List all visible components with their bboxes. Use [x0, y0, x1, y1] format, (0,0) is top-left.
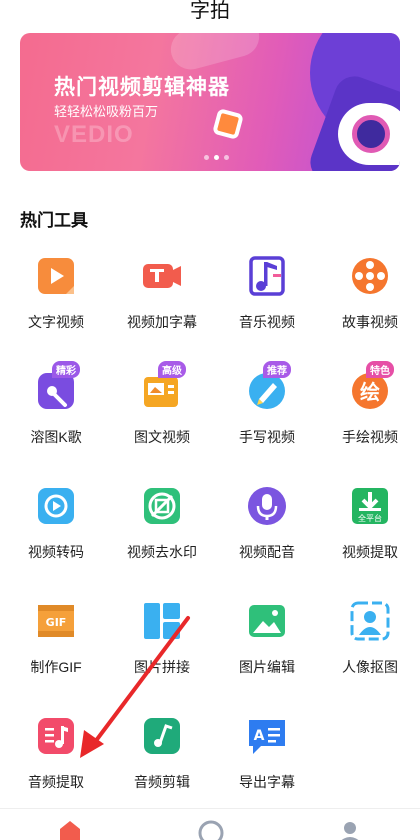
section-title: 热门工具 — [20, 211, 88, 230]
audio-edit-icon — [142, 716, 182, 756]
tool-item[interactable]: 图片编辑 — [213, 599, 318, 699]
tool-item[interactable]: 视频去水印 — [108, 484, 213, 584]
tool-label: 图片编辑 — [239, 659, 295, 675]
nav-discover[interactable] — [193, 819, 229, 840]
carousel-indicator[interactable] — [204, 155, 229, 160]
tool-badge: 特色 — [366, 361, 394, 378]
tool-label: 视频加字幕 — [127, 314, 197, 330]
tool-label: 故事视频 — [342, 314, 398, 330]
tool-label: 视频配音 — [239, 544, 295, 560]
profile-icon — [341, 822, 359, 840]
promo-banner[interactable]: 热门视频剪辑神器 轻轻松松吸粉百万 VEDIO — [20, 33, 400, 171]
tool-item[interactable]: 音频提取 — [2, 714, 107, 814]
tool-badge: 精彩 — [52, 361, 80, 378]
banner-watermark: VEDIO — [54, 121, 134, 148]
no-watermark-icon — [142, 486, 182, 526]
tool-badge: 高级 — [158, 361, 186, 378]
audio-extract-icon — [36, 716, 76, 756]
tool-badge: 推荐 — [263, 361, 291, 378]
play-card-icon — [36, 256, 76, 296]
svg-text:GIF: GIF — [46, 616, 67, 629]
tool-item[interactable]: 文字视频 — [2, 254, 107, 354]
tool-label: 手绘视频 — [342, 429, 398, 445]
tool-label: 人像抠图 — [342, 659, 398, 675]
tool-item[interactable]: 高级图文视频 — [108, 361, 213, 469]
banner-decor — [166, 33, 264, 74]
tool-item[interactable]: 视频加字幕 — [108, 254, 213, 354]
tool-label: 手写视频 — [239, 429, 295, 445]
discover-icon — [198, 820, 224, 840]
svg-text:A: A — [254, 728, 265, 744]
tool-label: 文字视频 — [28, 314, 84, 330]
tool-item[interactable]: 音频剪辑 — [108, 714, 213, 814]
banner-eye-illustration — [352, 115, 390, 153]
svg-text:全平台: 全平台 — [358, 513, 382, 523]
tool-item[interactable]: GIF 制作GIF — [2, 599, 107, 699]
nav-home[interactable] — [52, 819, 88, 840]
tool-label: 音频提取 — [28, 774, 84, 790]
tool-item[interactable]: 推荐手写视频 — [213, 361, 318, 469]
app-title: 字拍 — [190, 0, 230, 22]
bottom-nav — [0, 808, 420, 840]
banner-headline: 热门视频剪辑神器 — [54, 76, 230, 99]
tool-label: 导出字幕 — [239, 774, 295, 790]
nav-profile[interactable] — [332, 819, 368, 840]
tool-item[interactable]: 精彩溶图K歌 — [2, 361, 107, 469]
tool-label: 视频去水印 — [127, 544, 197, 560]
tool-item[interactable]: 故事视频 — [316, 254, 420, 354]
film-reel-icon — [350, 256, 390, 296]
music-note-icon — [247, 256, 287, 296]
tool-label: 视频提取 — [342, 544, 398, 560]
tool-item[interactable]: A 导出字幕 — [213, 714, 318, 814]
home-icon — [60, 821, 80, 840]
banner-subline: 轻轻松松吸粉百万 — [54, 104, 159, 119]
text-camera-icon — [142, 256, 182, 296]
portrait-cutout-icon — [350, 601, 390, 641]
tool-item[interactable]: 视频配音 — [213, 484, 318, 584]
banner-tile-illustration — [212, 108, 244, 140]
tool-item[interactable]: 全平台 视频提取 — [316, 484, 420, 584]
image-edit-icon — [247, 601, 287, 641]
download-icon: 全平台 — [350, 486, 390, 526]
tool-label: 溶图K歌 — [30, 429, 82, 445]
image-grid-icon — [142, 601, 182, 641]
tool-label: 音乐视频 — [239, 314, 295, 330]
tool-label: 制作GIF — [30, 659, 82, 675]
tool-label: 视频转码 — [28, 544, 84, 560]
microphone-icon — [247, 486, 287, 526]
carousel-dot[interactable] — [204, 155, 209, 160]
tool-item[interactable]: 人像抠图 — [316, 599, 420, 699]
gif-icon: GIF — [36, 601, 76, 641]
video-convert-icon — [36, 486, 76, 526]
tool-label: 图片拼接 — [134, 659, 190, 675]
tool-item[interactable]: 绘 特色手绘视频 — [316, 361, 420, 469]
tool-label: 音频剪辑 — [134, 774, 190, 790]
svg-text:绘: 绘 — [360, 380, 380, 404]
carousel-dot-active[interactable] — [214, 155, 219, 160]
carousel-dot[interactable] — [224, 155, 229, 160]
tool-item[interactable]: 音乐视频 — [213, 254, 318, 354]
tool-item[interactable]: 图片拼接 — [108, 599, 213, 699]
subtitle-export-icon: A — [247, 716, 287, 756]
tool-item[interactable]: 视频转码 — [2, 484, 107, 584]
tool-label: 图文视频 — [134, 429, 190, 445]
